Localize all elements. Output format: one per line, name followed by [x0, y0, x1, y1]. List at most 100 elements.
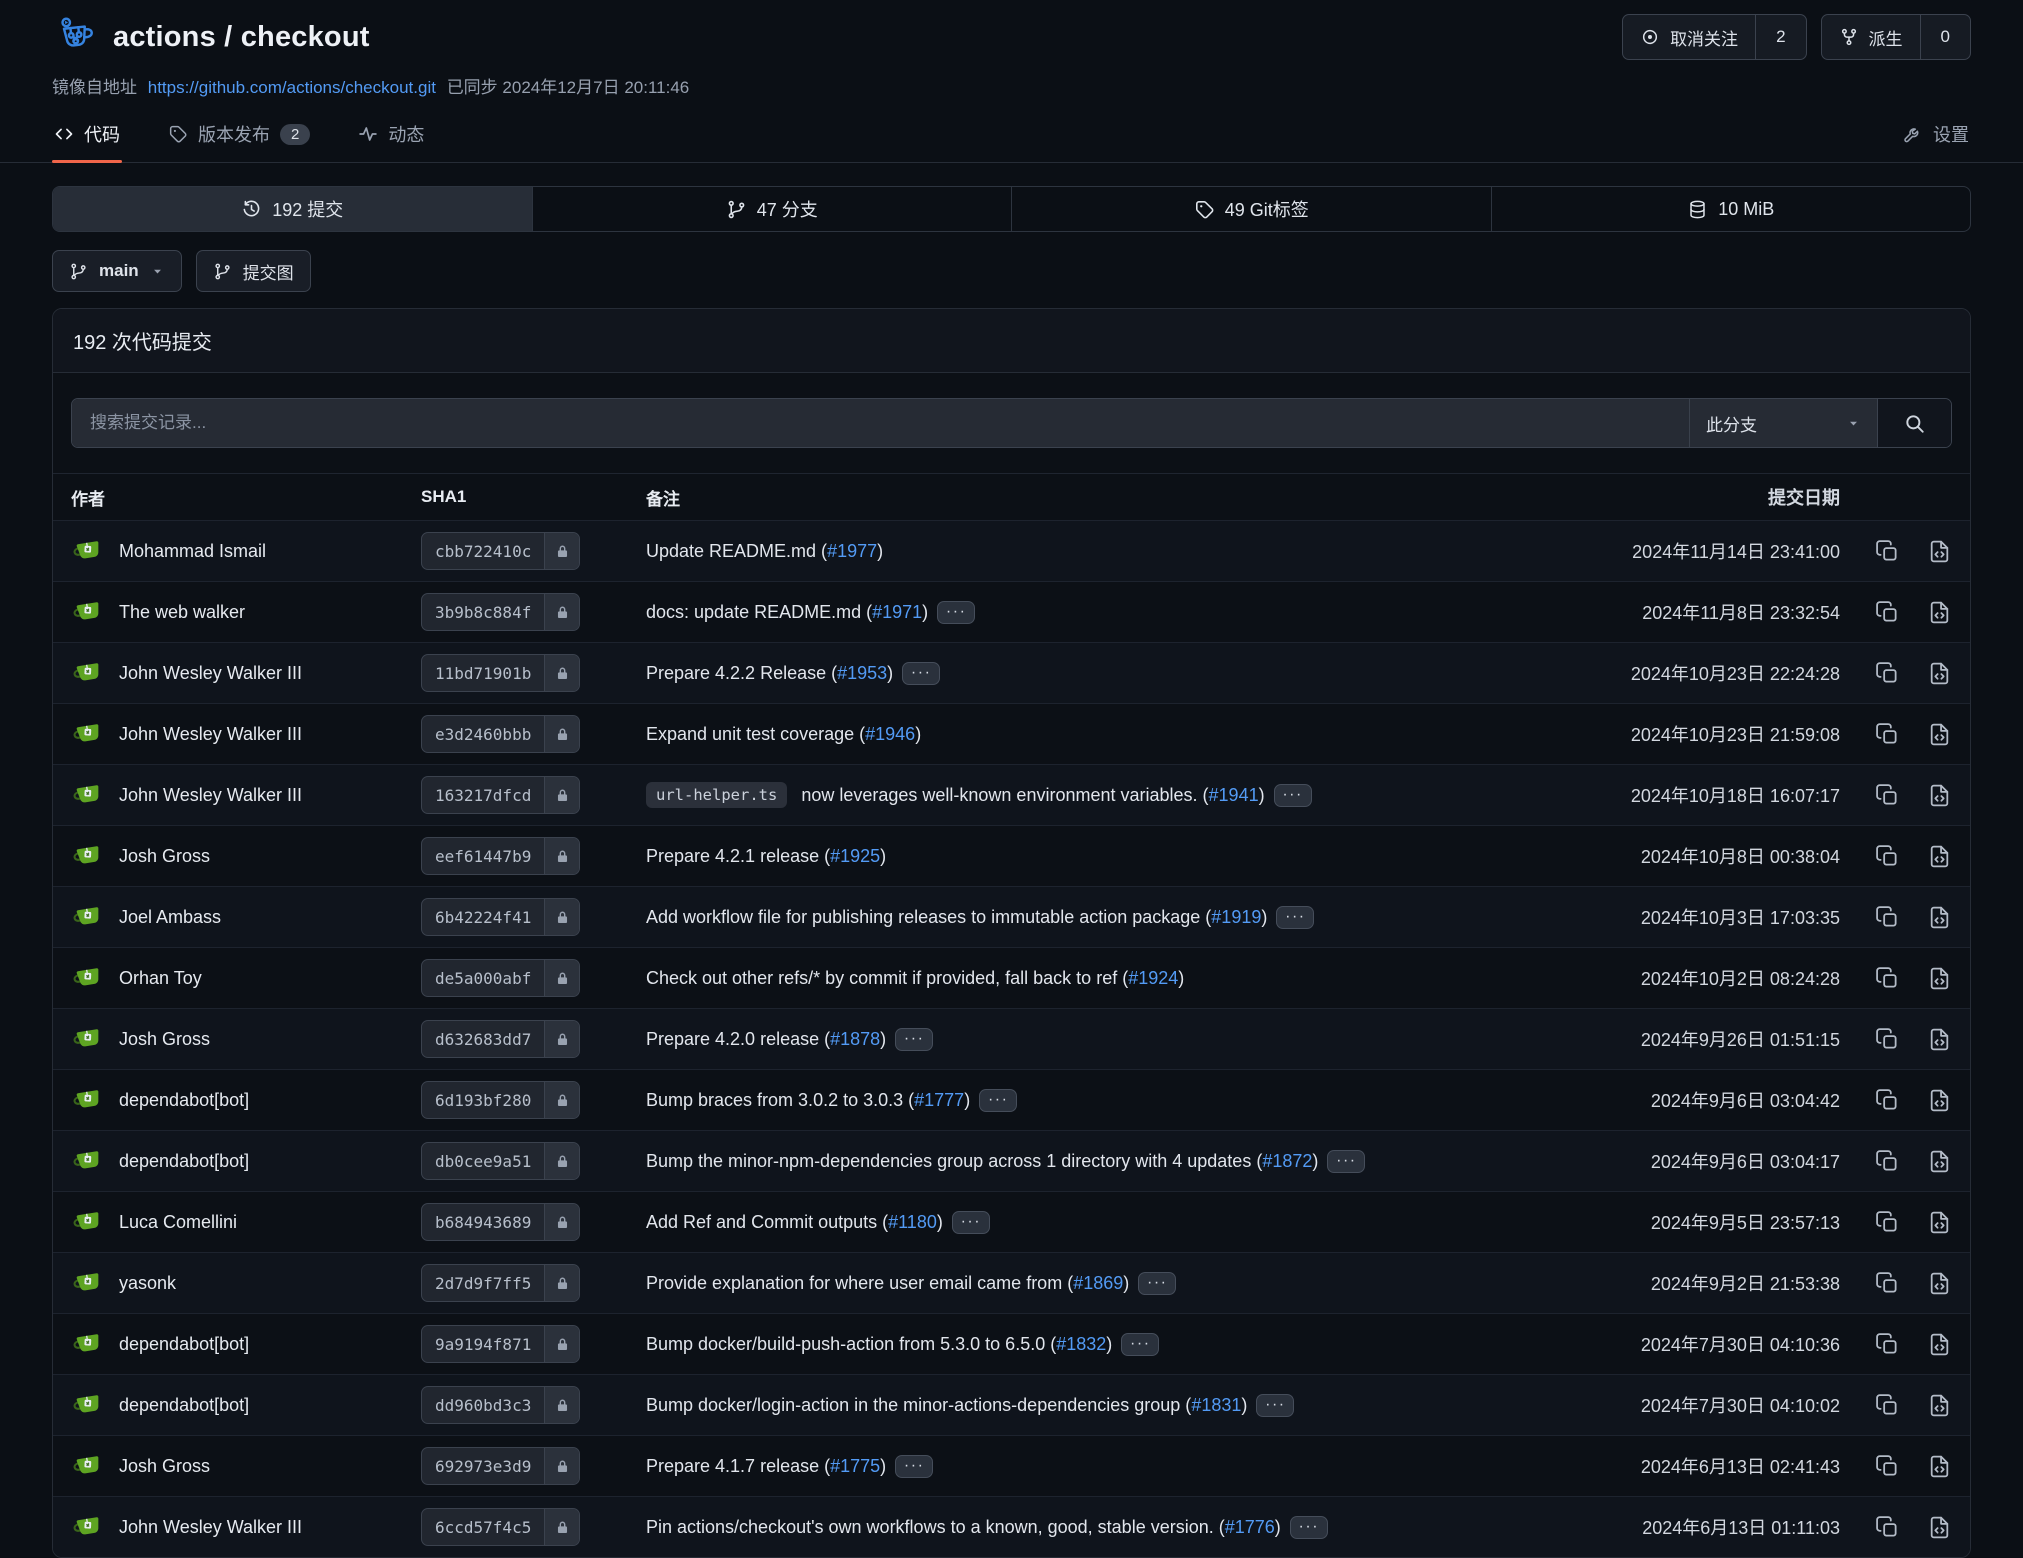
- browse-source-button[interactable]: [1927, 1210, 1952, 1235]
- tab-code[interactable]: 代码: [52, 119, 122, 162]
- search-input[interactable]: [72, 399, 1689, 447]
- expand-commit-button[interactable]: ···: [1138, 1272, 1176, 1295]
- browse-source-button[interactable]: [1927, 844, 1952, 869]
- watch-button[interactable]: 取消关注 2: [1622, 14, 1806, 60]
- browse-source-button[interactable]: [1927, 722, 1952, 747]
- stat-branches[interactable]: 47 分支: [532, 187, 1012, 231]
- browse-source-button[interactable]: [1927, 661, 1952, 686]
- commit-sha-badge[interactable]: b684943689: [421, 1203, 580, 1241]
- browse-source-button[interactable]: [1927, 1393, 1952, 1418]
- pr-link[interactable]: #1971: [872, 602, 922, 622]
- commit-sha-badge[interactable]: dd960bd3c3: [421, 1386, 580, 1424]
- expand-commit-button[interactable]: ···: [1276, 906, 1314, 929]
- copy-sha-button[interactable]: [1875, 783, 1900, 808]
- copy-sha-button[interactable]: [1875, 1271, 1900, 1296]
- commit-sha-badge[interactable]: db0cee9a51: [421, 1142, 580, 1180]
- expand-commit-button[interactable]: ···: [1290, 1516, 1328, 1539]
- commit-graph-button[interactable]: 提交图: [196, 250, 311, 292]
- expand-commit-button[interactable]: ···: [1121, 1333, 1159, 1356]
- browse-source-button[interactable]: [1927, 539, 1952, 564]
- commit-sha-badge[interactable]: 6d193bf280: [421, 1081, 580, 1119]
- expand-commit-button[interactable]: ···: [902, 662, 940, 685]
- stat-commits[interactable]: 192 提交: [53, 187, 532, 231]
- commit-sha-badge[interactable]: eef61447b9: [421, 837, 580, 875]
- copy-sha-button[interactable]: [1875, 1393, 1900, 1418]
- copy-sha-button[interactable]: [1875, 1088, 1900, 1113]
- tab-activity[interactable]: 动态: [356, 119, 426, 162]
- pr-link[interactable]: #1775: [830, 1456, 880, 1476]
- commit-sha-badge[interactable]: 9a9194f871: [421, 1325, 580, 1363]
- fork-button[interactable]: 派生 0: [1821, 14, 1971, 60]
- pr-link[interactable]: #1941: [1209, 785, 1259, 805]
- commit-sha-badge[interactable]: 163217dfcd: [421, 776, 580, 814]
- browse-source-button[interactable]: [1927, 1332, 1952, 1357]
- pr-link[interactable]: #1831: [1191, 1395, 1241, 1415]
- fork-count[interactable]: 0: [1920, 15, 1970, 59]
- pr-link[interactable]: #1924: [1128, 968, 1178, 988]
- browse-source-button[interactable]: [1927, 1027, 1952, 1052]
- copy-sha-button[interactable]: [1875, 1332, 1900, 1357]
- copy-sha-button[interactable]: [1875, 1149, 1900, 1174]
- pr-link[interactable]: #1872: [1262, 1151, 1312, 1171]
- browse-source-button[interactable]: [1927, 1515, 1952, 1540]
- commit-sha-badge[interactable]: 2d7d9f7ff5: [421, 1264, 580, 1302]
- watch-count[interactable]: 2: [1755, 15, 1805, 59]
- commit-sha-badge[interactable]: 692973e3d9: [421, 1447, 580, 1485]
- expand-commit-button[interactable]: ···: [1256, 1394, 1294, 1417]
- stat-size[interactable]: 10 MiB: [1491, 187, 1971, 231]
- browse-source-button[interactable]: [1927, 1149, 1952, 1174]
- pr-link[interactable]: #1832: [1056, 1334, 1106, 1354]
- browse-source-button[interactable]: [1927, 1271, 1952, 1296]
- copy-sha-button[interactable]: [1875, 905, 1900, 930]
- tab-releases[interactable]: 版本发布 2: [166, 119, 312, 162]
- expand-commit-button[interactable]: ···: [979, 1089, 1017, 1112]
- browse-source-button[interactable]: [1927, 905, 1952, 930]
- copy-sha-button[interactable]: [1875, 661, 1900, 686]
- copy-sha-button[interactable]: [1875, 966, 1900, 991]
- branch-selector[interactable]: main: [52, 250, 182, 292]
- mirror-url-link[interactable]: https://github.com/actions/checkout.git: [148, 78, 436, 97]
- commit-sha-badge[interactable]: 6b42224f41: [421, 898, 580, 936]
- pr-link[interactable]: #1977: [827, 541, 877, 561]
- commit-sha-badge[interactable]: cbb722410c: [421, 532, 580, 570]
- commit-sha-badge[interactable]: de5a000abf: [421, 959, 580, 997]
- copy-sha-button[interactable]: [1875, 600, 1900, 625]
- browse-source-button[interactable]: [1927, 966, 1952, 991]
- search-button[interactable]: [1877, 399, 1951, 447]
- tab-settings[interactable]: 设置: [1901, 119, 1971, 162]
- pr-link[interactable]: #1946: [865, 724, 915, 744]
- copy-sha-button[interactable]: [1875, 1454, 1900, 1479]
- pr-link[interactable]: #1869: [1073, 1273, 1123, 1293]
- pr-link[interactable]: #1925: [830, 846, 880, 866]
- expand-commit-button[interactable]: ···: [895, 1028, 933, 1051]
- pr-link[interactable]: #1180: [888, 1212, 937, 1232]
- browse-source-button[interactable]: [1927, 1454, 1952, 1479]
- pr-link[interactable]: #1878: [830, 1029, 880, 1049]
- copy-sha-button[interactable]: [1875, 844, 1900, 869]
- pr-link[interactable]: #1777: [914, 1090, 964, 1110]
- expand-commit-button[interactable]: ···: [1274, 784, 1312, 807]
- pr-link[interactable]: #1776: [1225, 1517, 1275, 1537]
- commit-sha-badge[interactable]: e3d2460bbb: [421, 715, 580, 753]
- browse-source-button[interactable]: [1927, 783, 1952, 808]
- copy-sha-button[interactable]: [1875, 1210, 1900, 1235]
- branch-filter-select[interactable]: 此分支: [1689, 399, 1877, 447]
- commit-sha-badge[interactable]: 11bd71901b: [421, 654, 580, 692]
- pr-link[interactable]: #1919: [1211, 907, 1261, 927]
- commit-sha-badge[interactable]: 6ccd57f4c5: [421, 1508, 580, 1546]
- commit-message: Add Ref and Commit outputs (#1180): [646, 1212, 943, 1233]
- expand-commit-button[interactable]: ···: [952, 1211, 990, 1234]
- commit-sha-badge[interactable]: d632683dd7: [421, 1020, 580, 1058]
- commit-sha-badge[interactable]: 3b9b8c884f: [421, 593, 580, 631]
- copy-sha-button[interactable]: [1875, 1515, 1900, 1540]
- browse-source-button[interactable]: [1927, 1088, 1952, 1113]
- stat-tags[interactable]: 49 Git标签: [1011, 187, 1491, 231]
- copy-sha-button[interactable]: [1875, 722, 1900, 747]
- pr-link[interactable]: #1953: [837, 663, 887, 683]
- copy-sha-button[interactable]: [1875, 539, 1900, 564]
- copy-sha-button[interactable]: [1875, 1027, 1900, 1052]
- expand-commit-button[interactable]: ···: [1327, 1150, 1365, 1173]
- expand-commit-button[interactable]: ···: [895, 1455, 933, 1478]
- expand-commit-button[interactable]: ···: [937, 601, 975, 624]
- browse-source-button[interactable]: [1927, 600, 1952, 625]
